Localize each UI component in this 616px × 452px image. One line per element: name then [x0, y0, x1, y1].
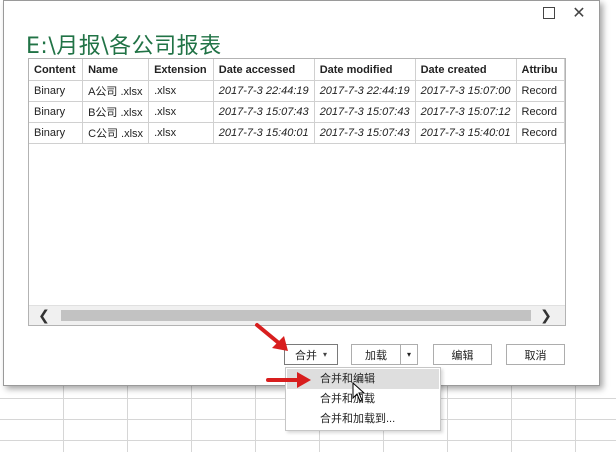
table-cell: .xlsx: [148, 101, 214, 123]
scroll-right-icon[interactable]: ❯: [537, 307, 555, 324]
combine-files-dialog: ✕ E:\月报\各公司报表 Content Name Extension Dat…: [3, 0, 600, 386]
column-header[interactable]: Extension: [148, 59, 214, 81]
load-button[interactable]: 加载: [351, 344, 401, 365]
close-button[interactable]: ✕: [567, 4, 591, 22]
annotation-arrow-icon: [266, 372, 311, 388]
annotation-arrow-icon: [255, 323, 288, 351]
table-cell: .xlsx: [148, 80, 214, 102]
table-row[interactable]: Binary C公司 .xlsx .xlsx 2017-7-3 15:40:01…: [29, 122, 565, 144]
cancel-label: 取消: [524, 349, 547, 362]
table-cell: B公司 .xlsx: [82, 101, 150, 123]
table-row[interactable]: Binary A公司 .xlsx .xlsx 2017-7-3 22:44:19…: [29, 80, 565, 102]
column-header[interactable]: Content: [29, 59, 84, 81]
folder-path-title: E:\月报\各公司报表: [26, 34, 222, 59]
maximize-button[interactable]: [537, 4, 561, 22]
load-dropdown-button[interactable]: ▾: [400, 344, 418, 365]
table-cell: 2017-7-3 15:07:43: [314, 122, 416, 144]
table-cell: Record: [516, 101, 565, 123]
column-header[interactable]: Date accessed: [213, 59, 315, 81]
cancel-button[interactable]: 取消: [506, 344, 565, 365]
load-label: 加载: [365, 349, 387, 362]
scroll-left-icon[interactable]: ❮: [35, 307, 53, 324]
files-table: Content Name Extension Date accessed Dat…: [28, 58, 566, 326]
table-cell: 2017-7-3 15:40:01: [213, 122, 315, 144]
column-header[interactable]: Attribu: [516, 59, 565, 81]
table-cell: Record: [516, 80, 565, 102]
maximize-icon: [543, 7, 555, 19]
table-cell: Binary: [29, 80, 84, 102]
horizontal-scrollbar[interactable]: ❮ ❯: [29, 305, 565, 325]
table-cell: C公司 .xlsx: [82, 122, 150, 144]
table-cell: A公司 .xlsx: [82, 80, 150, 102]
table-cell: Binary: [29, 101, 84, 123]
menu-item-combine-load-to[interactable]: 合并和加载到...: [287, 409, 439, 429]
table-cell: .xlsx: [148, 122, 214, 144]
files-grid-table: Content Name Extension Date accessed Dat…: [29, 59, 565, 144]
mouse-pointer-icon: [352, 382, 366, 402]
chevron-down-icon: ▾: [322, 350, 327, 359]
table-cell: 2017-7-3 22:44:19: [213, 80, 315, 102]
edit-label: 编辑: [451, 349, 474, 362]
combine-button[interactable]: 合并 ▾: [284, 344, 338, 365]
table-cell: Record: [516, 122, 565, 144]
column-header[interactable]: Date modified: [314, 59, 416, 81]
column-header[interactable]: Name: [82, 59, 150, 81]
table-cell: 2017-7-3 15:07:00: [415, 80, 517, 102]
table-cell: Binary: [29, 122, 84, 144]
chevron-down-icon: ▾: [406, 350, 411, 359]
combine-label: 合并: [294, 349, 317, 362]
table-cell: 2017-7-3 15:07:43: [213, 101, 315, 123]
column-header[interactable]: Date created: [415, 59, 517, 81]
edit-button[interactable]: 编辑: [433, 344, 492, 365]
table-cell: 2017-7-3 22:44:19: [314, 80, 416, 102]
table-cell: 2017-7-3 15:07:12: [415, 101, 517, 123]
table-cell: 2017-7-3 15:07:43: [314, 101, 416, 123]
close-icon: ✕: [572, 5, 586, 22]
table-header-row: Content Name Extension Date accessed Dat…: [29, 59, 565, 81]
table-row[interactable]: Binary B公司 .xlsx .xlsx 2017-7-3 15:07:43…: [29, 101, 565, 123]
scrollbar-thumb[interactable]: [61, 310, 531, 321]
table-cell: 2017-7-3 15:40:01: [415, 122, 517, 144]
